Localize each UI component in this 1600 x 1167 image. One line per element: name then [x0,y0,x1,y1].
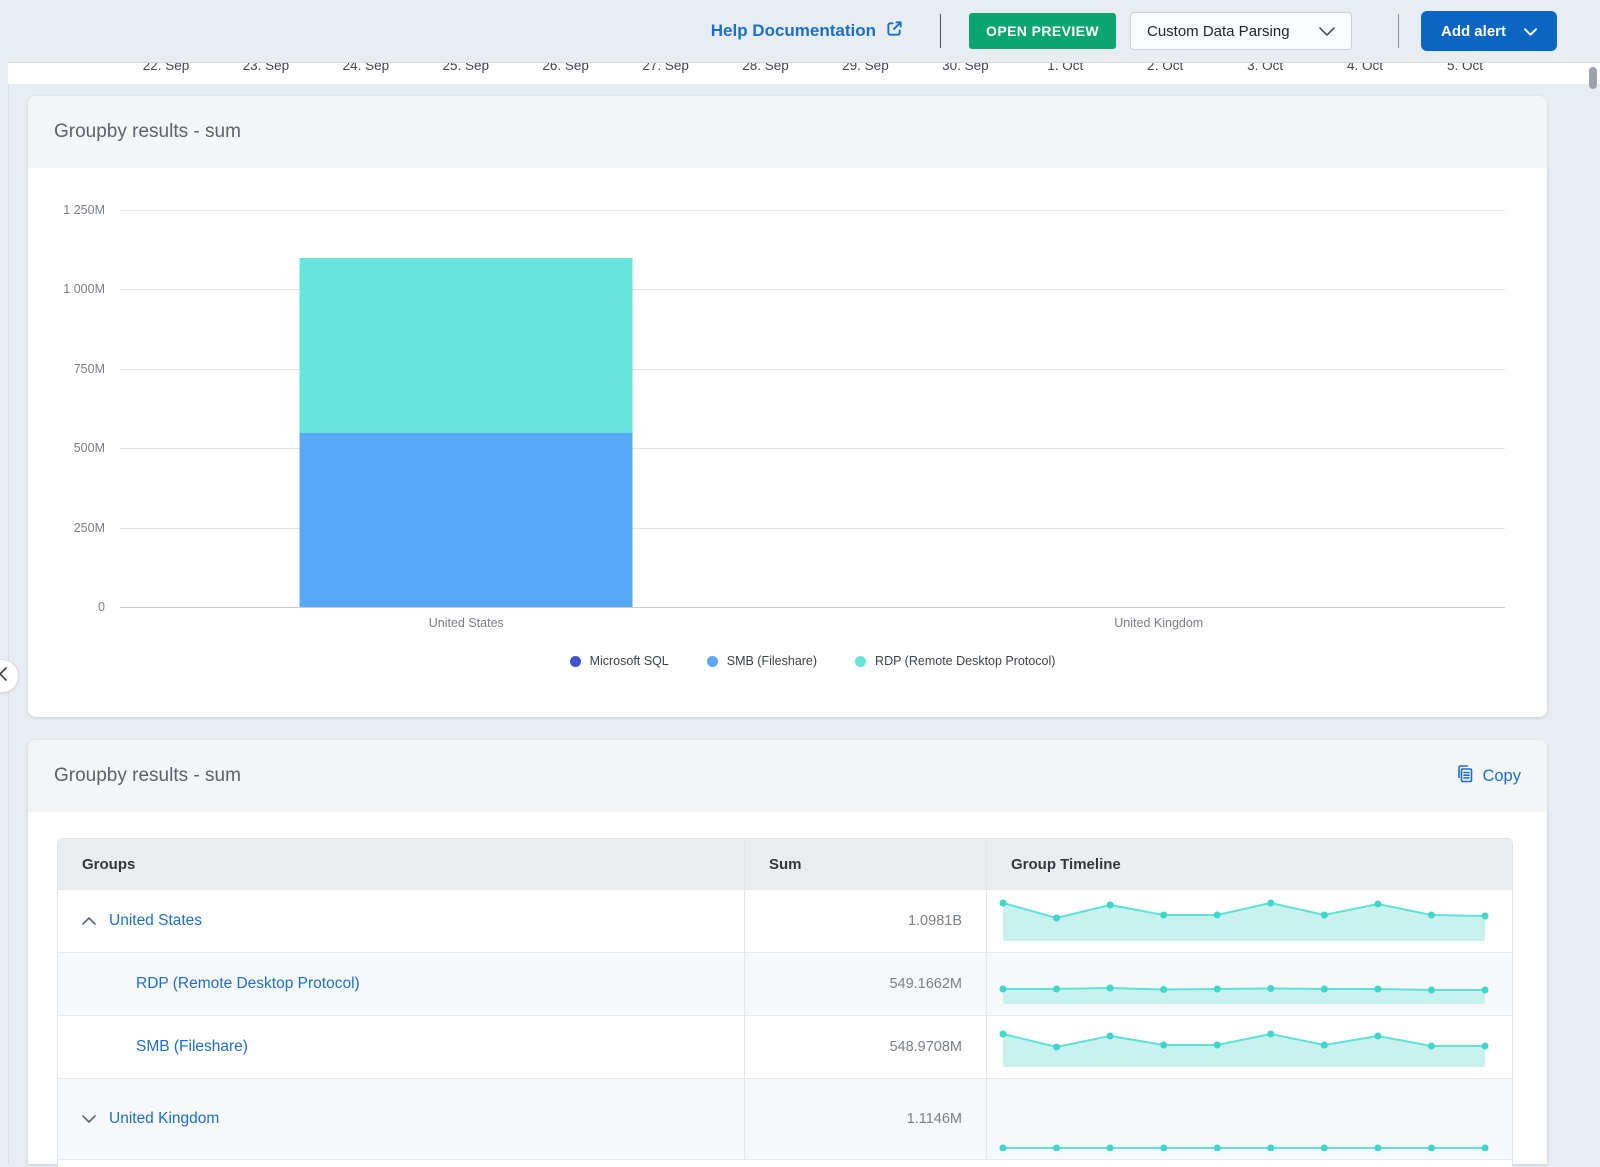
legend-label: SMB (Fileshare) [727,654,817,668]
date-axis-strip: 22. Sep 23. Sep 24. Sep 25. Sep 26. Sep 27. S… [8,62,1600,84]
table-row-united-kingdom: United Kingdom 1.1146M [58,1078,1512,1159]
sum-value: 1.1146M [744,1079,986,1159]
chart-legend: Microsoft SQL SMB (Fileshare) RDP (Remote … [120,654,1505,668]
y-axis-tick-label: 500M [28,441,105,455]
table-card-header: Groupby results - sum Copy [28,740,1547,812]
legend-item-rdp-remote-desktop-protocol-[interactable]: RDP (Remote Desktop Protocol) [855,654,1055,668]
table-row-united-states: United States 1.0981B [58,889,1512,952]
legend-dot [855,656,866,667]
next-row-partial [58,1159,1512,1167]
group-link[interactable]: SMB (Fileshare) [136,1038,248,1056]
group-link[interactable]: United Kingdom [109,1110,219,1128]
add-alert-label: Add alert [1441,23,1506,40]
group-timeline-sparkline [986,953,1512,1015]
date-axis-label: 28. Sep [742,62,789,73]
bar-segment-smb-fileshare-[interactable] [300,433,633,607]
group-cell: United States [58,890,744,952]
chevron-down-icon [1524,23,1537,40]
x-axis-category-label: United Kingdom [1114,616,1203,630]
copy-label: Copy [1482,767,1521,786]
legend-label: Microsoft SQL [590,654,669,668]
groupby-results-table: Groups Sum Group Timeline United States 1… [57,838,1513,1167]
y-axis-tick-label: 0 [28,600,105,614]
date-axis-label: 23. Sep [243,62,290,73]
chart-card-title: Groupby results - sum [54,121,241,143]
copy-icon [1455,764,1474,788]
topbar-divider [1398,14,1399,48]
column-header-sum: Sum [744,839,986,889]
chevron-left-icon [0,667,7,686]
topbar-divider [940,14,941,48]
custom-data-parsing-select[interactable]: Custom Data Parsing [1130,12,1352,50]
stacked-bar-chart: 1 250M1 000M750M500M250M0United StatesUn… [28,168,1547,717]
date-axis-label: 29. Sep [842,62,889,73]
date-axis-label: 3. Oct [1247,62,1283,73]
y-axis-tick-label: 1 250M [28,203,105,217]
x-axis-labels: United States United Kingdom [120,616,1505,634]
date-axis-label: 4. Oct [1347,62,1383,73]
group-timeline-sparkline [986,1016,1512,1078]
legend-dot [707,656,718,667]
date-axis-label: 22. Sep [143,62,190,73]
date-axis-label: 2. Oct [1147,62,1183,73]
legend-label: RDP (Remote Desktop Protocol) [875,654,1055,668]
help-documentation-link[interactable]: Help Documentation [711,19,904,43]
groupby-table-card: Groupby results - sum Copy Groups Sum Gr… [28,740,1547,1164]
chevron-down-icon [1319,23,1335,40]
add-alert-button[interactable]: Add alert [1421,11,1557,51]
date-axis-label: 26. Sep [542,62,589,73]
date-axis-label: 25. Sep [442,62,489,73]
bar-segment-rdp-remote-desktop-protocol-[interactable] [300,258,633,432]
y-axis-tick-label: 250M [28,521,105,535]
plot-area [120,210,1505,607]
date-axis-label: 1. Oct [1047,62,1083,73]
group-link[interactable]: RDP (Remote Desktop Protocol) [136,975,360,993]
group-timeline-sparkline [986,890,1512,952]
sum-value: 548.9708M [744,1016,986,1078]
legend-item-microsoft-sql[interactable]: Microsoft SQL [570,654,669,668]
custom-data-parsing-value: Custom Data Parsing [1147,23,1290,40]
group-cell: United Kingdom [58,1079,744,1159]
collapse-panel-button[interactable] [0,659,19,693]
date-axis-label: 24. Sep [343,62,390,73]
date-axis-label: 27. Sep [642,62,689,73]
copy-button[interactable]: Copy [1455,764,1521,788]
left-panel-divider [8,62,9,1164]
external-link-icon [885,19,904,43]
group-cell: SMB (Fileshare) [58,1016,744,1078]
y-axis-tick-label: 750M [28,362,105,376]
sum-value: 549.1662M [744,953,986,1015]
date-axis-label: 5. Oct [1447,62,1483,73]
bar-united-states[interactable] [300,258,633,607]
legend-item-smb-fileshare-[interactable]: SMB (Fileshare) [707,654,817,668]
collapse-group-icon[interactable] [82,916,96,926]
group-cell: RDP (Remote Desktop Protocol) [58,953,744,1015]
groupby-chart-card: Groupby results - sum 1 250M 1 000M 750M 50… [28,96,1547,717]
table-row-smb-fileshare-: SMB (Fileshare) 548.9708M [58,1015,1512,1078]
help-documentation-label: Help Documentation [711,21,876,41]
group-link[interactable]: United States [109,912,202,930]
sum-value: 1.0981B [744,890,986,952]
date-axis-label: 30. Sep [942,62,989,73]
legend-dot [570,656,581,667]
column-header-groups: Groups [58,839,744,889]
chart-card-header: Groupby results - sum [28,96,1547,168]
y-axis-tick-label: 1 000M [28,282,105,296]
scrollbar-thumb[interactable] [1589,67,1597,89]
gridline [120,607,1505,608]
open-preview-button[interactable]: OPEN PREVIEW [969,13,1116,49]
x-axis-category-label: United States [429,616,504,630]
group-timeline-sparkline [986,1079,1512,1159]
table-card-title: Groupby results - sum [54,765,241,787]
table-row-rdp-remote-desktop-protocol-: RDP (Remote Desktop Protocol) 549.1662M [58,952,1512,1015]
table-header-row: Groups Sum Group Timeline [58,839,1512,889]
column-header-group-timeline: Group Timeline [986,839,1512,889]
topbar: Help Documentation OPEN PREVIEW Custom D… [0,0,1600,62]
expand-group-icon[interactable] [82,1114,96,1124]
